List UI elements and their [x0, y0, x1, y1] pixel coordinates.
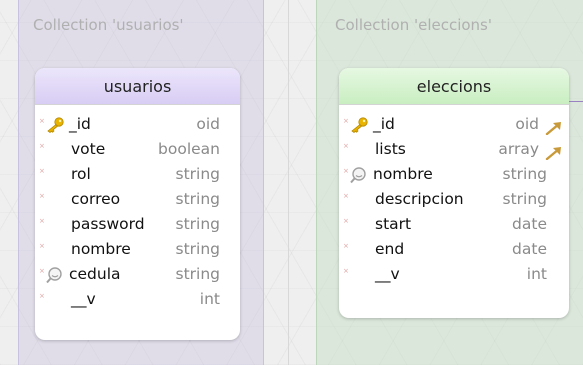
table-card-eleccions[interactable]: eleccions × _id oid × lists array × nombre strin… [339, 68, 569, 318]
nullable-marker-icon: × [343, 267, 349, 275]
nullable-marker-icon: × [343, 192, 349, 200]
index-icon [349, 166, 367, 184]
nullable-marker-icon: × [343, 117, 349, 125]
field-type: int [199, 290, 220, 308]
field-type: string [502, 165, 548, 183]
field-name: nombre [373, 165, 433, 183]
nullable-marker-icon: × [343, 217, 349, 225]
field-type: string [175, 165, 221, 183]
field-name: cedula [69, 265, 121, 283]
key-icon [349, 116, 369, 134]
field-row[interactable]: × vote boolean [35, 137, 240, 162]
field-name: rol [71, 165, 91, 183]
field-row[interactable]: × correo string [35, 187, 240, 212]
field-name: password [71, 215, 145, 233]
nullable-marker-icon: × [39, 142, 45, 150]
field-type: date [512, 215, 547, 233]
field-name: lists [375, 140, 406, 158]
field-type: string [175, 265, 221, 283]
nullable-marker-icon: × [39, 292, 45, 300]
table-card-usuarios[interactable]: usuarios × _id oid × vote boolean × rol string × c… [35, 68, 240, 340]
key-icon [45, 116, 65, 134]
field-name: end [375, 240, 405, 258]
field-name: __v [375, 265, 400, 283]
relation-arrow-icon[interactable] [545, 118, 563, 136]
canvas-divider [288, 0, 289, 365]
table-title: eleccions [339, 68, 569, 105]
field-row[interactable]: × nombre string [35, 237, 240, 262]
nullable-marker-icon: × [39, 242, 45, 250]
diagram-canvas: Collection 'usuarios' Collection 'elecci… [0, 0, 583, 365]
field-row[interactable]: × nombre string [339, 162, 569, 187]
nullable-marker-icon: × [39, 217, 45, 225]
field-type: array [498, 140, 539, 158]
field-name: start [375, 215, 412, 233]
field-row[interactable]: × __v int [35, 287, 240, 312]
relation-arrow-icon[interactable] [545, 143, 563, 161]
field-name: __v [71, 290, 96, 308]
field-name: nombre [71, 240, 131, 258]
field-type: string [502, 190, 548, 208]
field-type: oid [515, 115, 539, 133]
field-type: string [175, 215, 221, 233]
field-type: oid [196, 115, 220, 133]
index-icon [45, 266, 63, 284]
field-list: × _id oid × vote boolean × rol string × correo stri… [35, 105, 240, 312]
nullable-marker-icon: × [39, 117, 45, 125]
nullable-marker-icon: × [343, 167, 349, 175]
collection-group-label: Collection 'eleccions' [335, 16, 492, 34]
field-type: int [526, 265, 547, 283]
field-row[interactable]: × _id oid [339, 112, 569, 137]
table-title: usuarios [35, 68, 240, 105]
collection-group-label: Collection 'usuarios' [33, 16, 184, 34]
field-list: × _id oid × lists array × nombre string × descripc… [339, 105, 569, 287]
field-row[interactable]: × end date [339, 237, 569, 262]
field-name: correo [71, 190, 121, 208]
nullable-marker-icon: × [343, 242, 349, 250]
field-type: date [512, 240, 547, 258]
field-name: _id [69, 115, 91, 133]
field-row[interactable]: × rol string [35, 162, 240, 187]
field-row[interactable]: × descripcion string [339, 187, 569, 212]
field-type: boolean [158, 140, 220, 158]
field-row[interactable]: × _id oid [35, 112, 240, 137]
field-name: _id [373, 115, 395, 133]
field-type: string [175, 190, 221, 208]
field-row[interactable]: × lists array [339, 137, 569, 162]
field-row[interactable]: × start date [339, 212, 569, 237]
field-row[interactable]: × cedula string [35, 262, 240, 287]
nullable-marker-icon: × [39, 192, 45, 200]
relation-line [569, 101, 583, 102]
field-type: string [175, 240, 221, 258]
field-name: descripcion [375, 190, 464, 208]
nullable-marker-icon: × [39, 167, 45, 175]
nullable-marker-icon: × [343, 142, 349, 150]
field-row[interactable]: × password string [35, 212, 240, 237]
field-row[interactable]: × __v int [339, 262, 569, 287]
field-name: vote [71, 140, 106, 158]
nullable-marker-icon: × [39, 267, 45, 275]
